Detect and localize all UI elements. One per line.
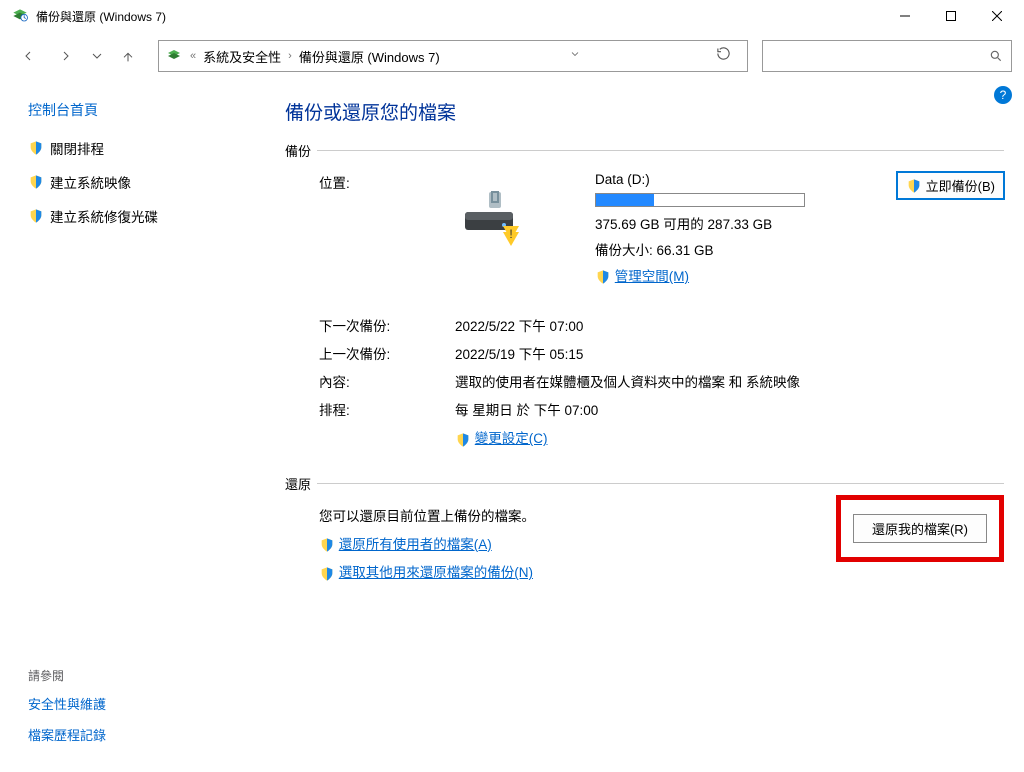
disk-usage-bar <box>595 193 805 207</box>
shield-icon <box>595 269 611 285</box>
recent-dropdown[interactable] <box>88 40 106 72</box>
free-space-text: 375.69 GB 可用的 287.33 GB <box>595 213 897 233</box>
control-panel-home-link[interactable]: 控制台首頁 <box>28 100 249 120</box>
see-also-heading: 請參閱 <box>28 667 249 684</box>
see-also-security-maintenance[interactable]: 安全性與維護 <box>28 694 249 713</box>
backup-size-text: 備份大小: 66.31 GB <box>595 239 897 259</box>
shield-icon <box>906 178 922 194</box>
backup-now-button[interactable]: 立即備份(B) <box>897 172 1004 199</box>
restore-all-users-link[interactable]: 還原所有使用者的檔案(A) <box>339 533 492 553</box>
breadcrumb-seg-2[interactable]: 備份與還原 (Windows 7) <box>299 47 440 66</box>
back-button[interactable] <box>12 40 44 72</box>
content-label: 內容: <box>319 371 455 391</box>
breadcrumb-seg-1[interactable]: 系統及安全性 <box>203 47 281 66</box>
schedule-value: 每 星期日 於 下午 07:00 <box>455 399 1004 419</box>
search-icon <box>989 49 1003 63</box>
next-backup-value: 2022/5/22 下午 07:00 <box>455 315 1004 335</box>
minimize-button[interactable] <box>882 1 928 31</box>
shield-icon <box>319 537 335 553</box>
toolbar: « 系統及安全性 › 備份與還原 (Windows 7) <box>0 32 1024 80</box>
restore-my-files-button[interactable]: 還原我的檔案(R) <box>853 514 987 543</box>
next-backup-label: 下一次備份: <box>319 315 455 335</box>
see-also-file-history[interactable]: 檔案歷程記錄 <box>28 725 249 744</box>
last-backup-label: 上一次備份: <box>319 343 455 363</box>
drive-image: ! <box>459 172 595 291</box>
maximize-button[interactable] <box>928 1 974 31</box>
restore-section-heading: 還原 <box>285 474 1004 493</box>
sidebar: 控制台首頁 關閉排程 建立系統映像 建立系統修復光碟 請參閱 安全性與維護 檔案… <box>0 80 265 772</box>
select-another-backup-link[interactable]: 選取其他用來還原檔案的備份(N) <box>339 561 533 581</box>
highlight-box: 還原我的檔案(R) <box>836 495 1004 562</box>
shield-icon <box>28 174 44 190</box>
sidebar-item-label: 關閉排程 <box>50 138 104 158</box>
refresh-button[interactable] <box>710 46 741 66</box>
up-button[interactable] <box>112 40 144 72</box>
sidebar-item-label: 建立系統修復光碟 <box>50 206 158 226</box>
sidebar-item-turn-off-schedule[interactable]: 關閉排程 <box>28 138 249 158</box>
change-settings-link[interactable]: 變更設定(C) <box>475 427 548 447</box>
location-value: Data (D:) <box>595 172 897 187</box>
schedule-label: 排程: <box>319 399 455 419</box>
content-value: 選取的使用者在媒體櫃及個人資料夾中的檔案 和 系統映像 <box>455 371 835 391</box>
shield-icon <box>319 566 335 582</box>
search-input[interactable] <box>771 49 989 64</box>
chevron-left-icon[interactable]: « <box>187 50 199 62</box>
app-icon <box>10 6 30 26</box>
manage-space-link[interactable]: 管理空間(M) <box>615 265 689 285</box>
last-backup-value: 2022/5/19 下午 05:15 <box>455 343 1004 363</box>
sidebar-item-create-system-image[interactable]: 建立系統映像 <box>28 172 249 192</box>
address-bar[interactable]: « 系統及安全性 › 備份與還原 (Windows 7) <box>158 40 748 72</box>
main-content: 備份或還原您的檔案 備份 位置: ! Data (D:) <box>265 80 1024 772</box>
chevron-right-icon: › <box>285 50 295 62</box>
window-title: 備份與還原 (Windows 7) <box>36 8 882 25</box>
sidebar-item-label: 建立系統映像 <box>50 172 131 192</box>
shield-icon <box>455 432 471 448</box>
close-button[interactable] <box>974 1 1020 31</box>
page-title: 備份或還原您的檔案 <box>285 98 1004 125</box>
breadcrumb-icon <box>165 47 183 65</box>
sidebar-item-create-repair-disc[interactable]: 建立系統修復光碟 <box>28 206 249 226</box>
shield-icon <box>28 140 44 156</box>
svg-text:!: ! <box>509 227 512 241</box>
backup-section-heading: 備份 <box>285 141 1004 160</box>
addr-dropdown-icon[interactable] <box>559 47 591 65</box>
forward-button[interactable] <box>50 40 82 72</box>
shield-icon <box>28 208 44 224</box>
titlebar: 備份與還原 (Windows 7) <box>0 0 1024 32</box>
location-label: 位置: <box>319 172 459 291</box>
search-box[interactable] <box>762 40 1012 72</box>
